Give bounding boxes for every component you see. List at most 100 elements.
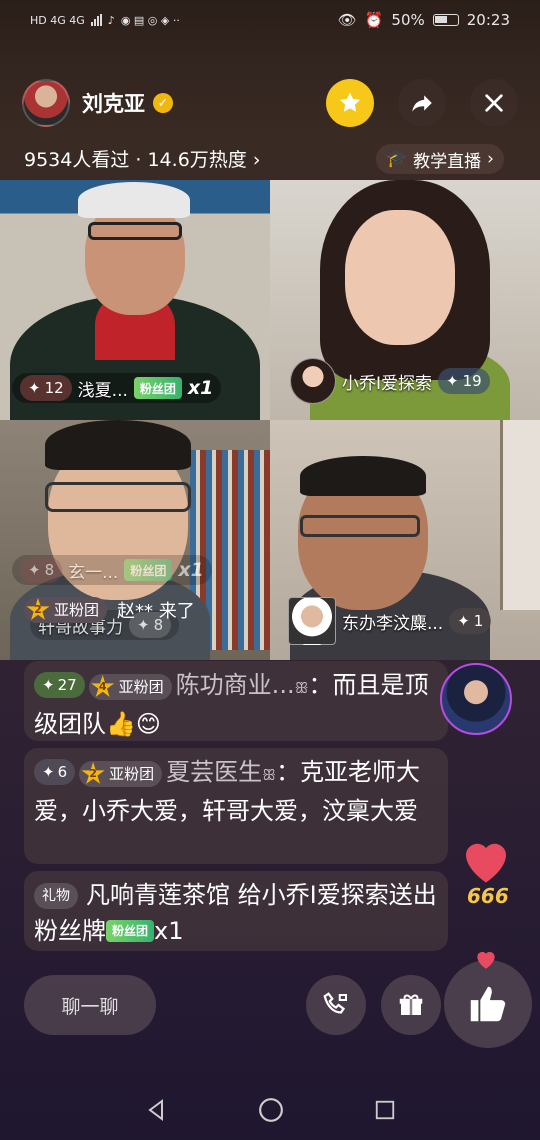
spark-badge: ✦ 19 [438, 368, 490, 394]
spark-count: 19 [462, 372, 482, 390]
category-tag[interactable]: 🎓 教学直播 › [376, 144, 504, 174]
spark-count: 8 [44, 561, 55, 579]
status-icons-left: HD 4G 4G ♪ ◉ ▤ ◎ ◈ ·· [30, 14, 180, 27]
user-level: 27 [57, 676, 77, 694]
close-button[interactable] [470, 79, 518, 127]
call-connect-button[interactable] [306, 975, 366, 1035]
glasses [300, 515, 420, 537]
spark-badge: ✦ 12 [20, 375, 72, 401]
eye-icon: 👁 [337, 11, 357, 29]
like-button[interactable] [444, 951, 532, 1048]
gift-tag: 礼物 [34, 883, 78, 909]
fan-club-name: 亚粉团 [109, 765, 155, 783]
viewer-stats[interactable]: 9534人看过 · 14.6万热度 › [24, 145, 260, 172]
chevron-right-icon: › [252, 149, 261, 171]
guest-name: 浅夏... [77, 380, 128, 401]
glasses [45, 482, 191, 512]
fan-club-name: 亚粉团 [118, 678, 164, 696]
join-notice: 2 亚粉团 赵** 来了 [24, 595, 195, 625]
sparkle-icon: ✦ [42, 676, 55, 694]
alarm-icon: ⏰ [364, 11, 384, 29]
heart-icon [466, 843, 506, 883]
host-avatar[interactable] [22, 79, 70, 127]
status-bar: HD 4G 4G ♪ ◉ ▤ ◎ ◈ ·· 👁 ⏰ 50% 20:23 [0, 0, 540, 40]
chat-input[interactable]: 聊一聊 [24, 975, 156, 1035]
close-icon [485, 94, 503, 112]
butterfly-icon: ꕥ [262, 766, 277, 784]
white-cap [78, 182, 190, 218]
tile-label-faded: ✦ 8 玄一... 粉丝团 x1 [12, 555, 212, 585]
phone-video-icon [323, 992, 347, 1014]
app-icons: ◉ ▤ ◎ ◈ ·· [120, 13, 180, 27]
home-icon[interactable] [258, 1097, 284, 1123]
system-nav-bar [0, 1080, 540, 1140]
clock: 20:23 [466, 11, 510, 29]
video-tile-guest[interactable]: 东办李汶麋... ✦ 1 [270, 420, 540, 660]
category-label: 教学直播 [413, 151, 482, 172]
network-label: HD 4G 4G [30, 13, 85, 27]
gift-icon [399, 994, 423, 1015]
guest-avatar [290, 358, 336, 404]
chat-username[interactable]: 陈功商业... [176, 671, 295, 699]
gift-button[interactable] [381, 975, 441, 1035]
fan-badge: 粉丝团 [106, 920, 155, 942]
chat-placeholder: 聊一聊 [61, 995, 119, 1018]
fan-club-badge: 2 亚粉团 [24, 597, 108, 623]
chat-username[interactable]: 夏芸医生 [166, 758, 262, 786]
back-icon[interactable] [144, 1098, 168, 1122]
guest-name: 玄一... [68, 562, 119, 583]
tiktok-icon: ♪ [107, 13, 115, 27]
tile-label: 小乔I爱探索 ✦ 19 [282, 358, 498, 404]
like-count: 666 [467, 884, 509, 908]
status-icons-right: 👁 ⏰ 50% 20:23 [338, 11, 510, 29]
guest-name: 东办李汶麋... [342, 613, 444, 634]
wall-frame [500, 420, 540, 610]
host-name[interactable]: 刘克亚 [82, 88, 145, 118]
video-tile-host[interactable]: ✦ 12 浅夏... 粉丝团 x1 [0, 180, 270, 420]
signal-icon [90, 14, 102, 26]
chat-colon: ： [276, 758, 301, 786]
share-button[interactable] [398, 79, 446, 127]
chat-message: ✦ 27 4 亚粉团 陈功商业...ꕥ：而且是顶级团队👍😊 [24, 661, 448, 741]
video-grid: ✦ 12 浅夏... 粉丝团 x1 小乔I爱探索 ✦ 19 ✦ 8 玄一... 粉丝团… [0, 180, 540, 660]
chat-colon: ： [308, 671, 333, 699]
fan-club-name: 亚粉团 [54, 601, 100, 619]
gift-text: 凡响青莲茶馆 给小乔I爱探索送出粉丝牌 [34, 881, 437, 945]
join-text: 赵** 来了 [117, 601, 195, 622]
guest-avatar [288, 597, 336, 645]
user-level-badge: ✦ 6 [34, 759, 76, 785]
tile-label: ✦ 12 浅夏... 粉丝团 x1 [12, 373, 222, 403]
spark-badge: ✦ 1 [449, 608, 492, 634]
chevron-right-icon: › [487, 149, 494, 169]
spark-count: 12 [44, 379, 64, 397]
gift-multiplier: x1 [187, 377, 214, 399]
sparkle-icon: ✦ [28, 561, 41, 579]
spark-badge: ✦ 8 [20, 557, 63, 583]
star-level-icon: 2 [81, 762, 105, 784]
battery-icon [432, 14, 459, 26]
viewer-stats-text: 9534人看过 · 14.6万热度 [24, 149, 247, 171]
follow-star-button[interactable] [326, 79, 374, 127]
fan-badge: 粉丝团 [124, 559, 173, 581]
sparkle-icon: ✦ [28, 379, 41, 397]
butterfly-icon: ꕥ [294, 679, 309, 697]
star-icon [339, 92, 361, 112]
sparkle-icon: ✦ [42, 763, 55, 781]
small-heart-icon [477, 951, 495, 969]
gift-message: 礼物 凡响青莲茶馆 给小乔I爱探索送出粉丝牌 粉丝团 x1 [24, 871, 448, 951]
user-level: 6 [57, 763, 68, 781]
verified-icon: ✓ [153, 93, 173, 113]
fan-club-badge: 2 亚粉团 [79, 761, 163, 787]
gift-multiplier: x1 [178, 559, 204, 581]
gift-multiplier: x1 [154, 917, 184, 945]
hair [300, 456, 426, 496]
host-mini-avatar[interactable] [440, 663, 512, 735]
live-header: 刘克亚 ✓ [22, 78, 518, 128]
recents-icon[interactable] [374, 1099, 396, 1121]
guest-name: 小乔I爱探索 [342, 373, 433, 394]
tile-label: 东办李汶麋... ✦ 1 [280, 597, 499, 645]
thumbs-up-icon [470, 986, 506, 1022]
video-tile-guest[interactable]: ✦ 8 玄一... 粉丝团 x1 轩哥故事力 ✦ 8 2 亚粉团 赵** 来了 [0, 420, 270, 660]
user-level-badge: ✦ 27 [34, 672, 85, 698]
video-tile-guest[interactable]: 小乔I爱探索 ✦ 19 [270, 180, 540, 420]
